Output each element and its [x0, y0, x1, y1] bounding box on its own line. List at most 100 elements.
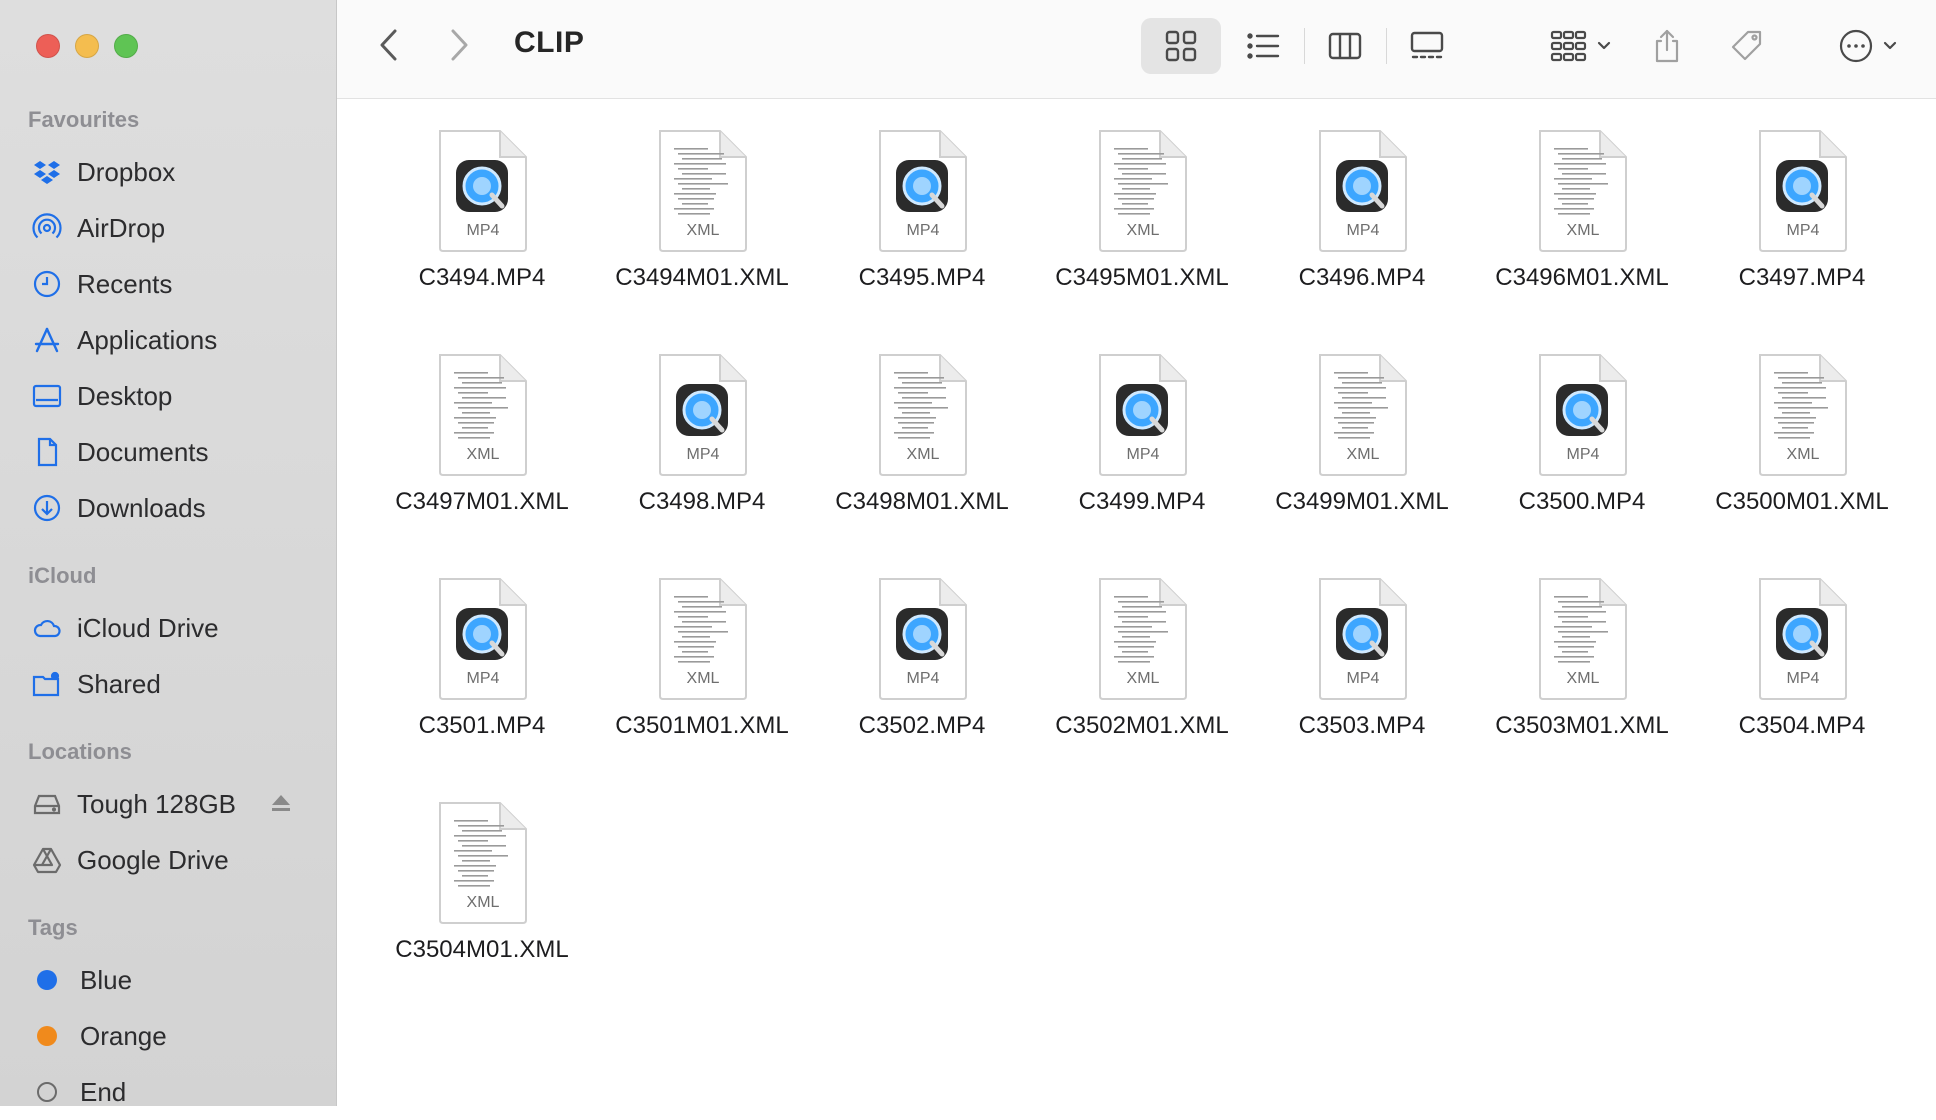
- file-name: C3504.MP4: [1738, 712, 1866, 739]
- file-item[interactable]: XML C3503M01.XML: [1472, 566, 1692, 790]
- sidebar-item-google-drive[interactable]: Google Drive: [0, 832, 336, 888]
- clock-icon: [31, 268, 63, 300]
- file-item[interactable]: XML C3504M01.XML: [372, 790, 592, 1014]
- sidebar-item-label: Orange: [80, 1020, 167, 1051]
- file-item[interactable]: MP4 C3497.MP4: [1692, 118, 1912, 342]
- file-item[interactable]: XML C3495M01.XML: [1032, 118, 1252, 342]
- file-name: C3496.MP4: [1298, 264, 1426, 291]
- tag-dot-icon: [37, 1082, 57, 1102]
- file-item[interactable]: MP4 C3496.MP4: [1252, 118, 1472, 342]
- group-by-button[interactable]: [1535, 18, 1625, 74]
- main-content: CLIP MP4 C3494.MP4 XML C3494M01.XML MP4 …: [337, 0, 1936, 1106]
- file-item[interactable]: XML C3500M01.XML: [1692, 342, 1912, 566]
- sidebar-item-airdrop[interactable]: AirDrop: [0, 200, 336, 256]
- sidebar-section-favourites: Favourites Dropbox AirDrop Recents Appli…: [0, 106, 336, 536]
- file-item[interactable]: MP4 C3503.MP4: [1252, 566, 1472, 790]
- file-name: C3497.MP4: [1738, 264, 1866, 291]
- chevron-left-icon: [380, 29, 397, 61]
- sidebar-tag-orange[interactable]: Orange: [0, 1008, 336, 1064]
- file-item[interactable]: XML C3501M01.XML: [592, 566, 812, 790]
- share-button[interactable]: [1637, 18, 1697, 74]
- minimize-window-button[interactable]: [75, 34, 99, 58]
- file-type-badge: XML: [687, 222, 720, 239]
- file-item[interactable]: XML C3494M01.XML: [592, 118, 812, 342]
- file-item[interactable]: MP4 C3498.MP4: [592, 342, 812, 566]
- sidebar-item-applications[interactable]: Applications: [0, 312, 336, 368]
- mp4-file-icon: MP4: [1314, 576, 1410, 702]
- file-type-badge: MP4: [1567, 446, 1600, 463]
- mp4-file-icon: MP4: [1754, 128, 1850, 254]
- mp4-file-icon: MP4: [874, 128, 970, 254]
- dropbox-icon: [31, 156, 63, 188]
- window-title: CLIP: [514, 26, 585, 59]
- sidebar-tag-blue[interactable]: Blue: [0, 952, 336, 1008]
- sidebar-item-recents[interactable]: Recents: [0, 256, 336, 312]
- file-type-badge: MP4: [907, 670, 940, 687]
- xml-file-icon: XML: [434, 352, 530, 478]
- xml-file-icon: XML: [1754, 352, 1850, 478]
- file-type-badge: MP4: [467, 222, 500, 239]
- zoom-window-button[interactable]: [114, 34, 138, 58]
- file-name: C3500M01.XML: [1715, 488, 1889, 515]
- sidebar-item-label: Documents: [77, 436, 209, 467]
- mp4-file-icon: MP4: [1314, 128, 1410, 254]
- file-name: C3499M01.XML: [1275, 488, 1449, 515]
- file-item[interactable]: MP4 C3502.MP4: [812, 566, 1032, 790]
- sidebar-item-dropbox[interactable]: Dropbox: [0, 144, 336, 200]
- back-button[interactable]: [371, 26, 407, 64]
- tags-button[interactable]: [1717, 18, 1777, 74]
- toolbar: CLIP: [337, 0, 1936, 99]
- file-item[interactable]: MP4 C3499.MP4: [1032, 342, 1252, 566]
- desktop-icon: [31, 380, 63, 412]
- gallery-view-button[interactable]: [1387, 18, 1467, 74]
- tag-dot-icon: [37, 1026, 57, 1046]
- file-item[interactable]: XML C3497M01.XML: [372, 342, 592, 566]
- file-item[interactable]: MP4 C3494.MP4: [372, 118, 592, 342]
- sidebar-item-documents[interactable]: Documents: [0, 424, 336, 480]
- more-actions-button[interactable]: [1823, 18, 1913, 74]
- file-item[interactable]: MP4 C3504.MP4: [1692, 566, 1912, 790]
- sidebar-item-tough-128gb[interactable]: Tough 128GB: [0, 776, 336, 832]
- file-item[interactable]: XML C3496M01.XML: [1472, 118, 1692, 342]
- file-item[interactable]: MP4 C3495.MP4: [812, 118, 1032, 342]
- sidebar-section-locations: Locations Tough 128GB Google Drive: [0, 738, 336, 888]
- file-item[interactable]: XML C3502M01.XML: [1032, 566, 1252, 790]
- file-type-badge: XML: [1127, 670, 1160, 687]
- file-type-badge: XML: [907, 446, 940, 463]
- tag-dot-icon: [37, 970, 57, 990]
- sidebar-item-downloads[interactable]: Downloads: [0, 480, 336, 536]
- forward-button[interactable]: [441, 26, 477, 64]
- group-icon: [1550, 30, 1587, 62]
- list-view-button[interactable]: [1223, 18, 1303, 74]
- download-icon: [31, 492, 63, 524]
- eject-icon[interactable]: [270, 792, 292, 814]
- share-icon: [1655, 29, 1679, 63]
- airdrop-icon: [31, 212, 63, 244]
- applications-icon: [31, 324, 63, 356]
- window-controls: [36, 34, 138, 58]
- file-name: C3498.MP4: [638, 488, 766, 515]
- file-type-badge: XML: [1567, 670, 1600, 687]
- cloud-icon: [31, 612, 63, 644]
- file-name: C3495.MP4: [858, 264, 986, 291]
- file-type-badge: XML: [1567, 222, 1600, 239]
- close-window-button[interactable]: [36, 34, 60, 58]
- file-type-badge: MP4: [1347, 670, 1380, 687]
- sidebar-item-icloud-drive[interactable]: iCloud Drive: [0, 600, 336, 656]
- file-item[interactable]: XML C3499M01.XML: [1252, 342, 1472, 566]
- sidebar-item-label: Applications: [77, 324, 218, 355]
- finder-window: Favourites Dropbox AirDrop Recents Appli…: [0, 0, 1936, 1107]
- sidebar-item-shared[interactable]: Shared: [0, 656, 336, 712]
- sidebar-item-label: Shared: [77, 668, 161, 699]
- icon-view-button[interactable]: [1141, 18, 1221, 74]
- sidebar-tag-end[interactable]: End: [0, 1064, 336, 1120]
- file-type-badge: MP4: [1787, 222, 1820, 239]
- column-view-button[interactable]: [1305, 18, 1385, 74]
- column-view-icon: [1328, 32, 1362, 60]
- file-type-badge: MP4: [1127, 446, 1160, 463]
- file-name: C3504M01.XML: [395, 936, 569, 963]
- file-item[interactable]: XML C3498M01.XML: [812, 342, 1032, 566]
- file-item[interactable]: MP4 C3500.MP4: [1472, 342, 1692, 566]
- sidebar-item-desktop[interactable]: Desktop: [0, 368, 336, 424]
- file-item[interactable]: MP4 C3501.MP4: [372, 566, 592, 790]
